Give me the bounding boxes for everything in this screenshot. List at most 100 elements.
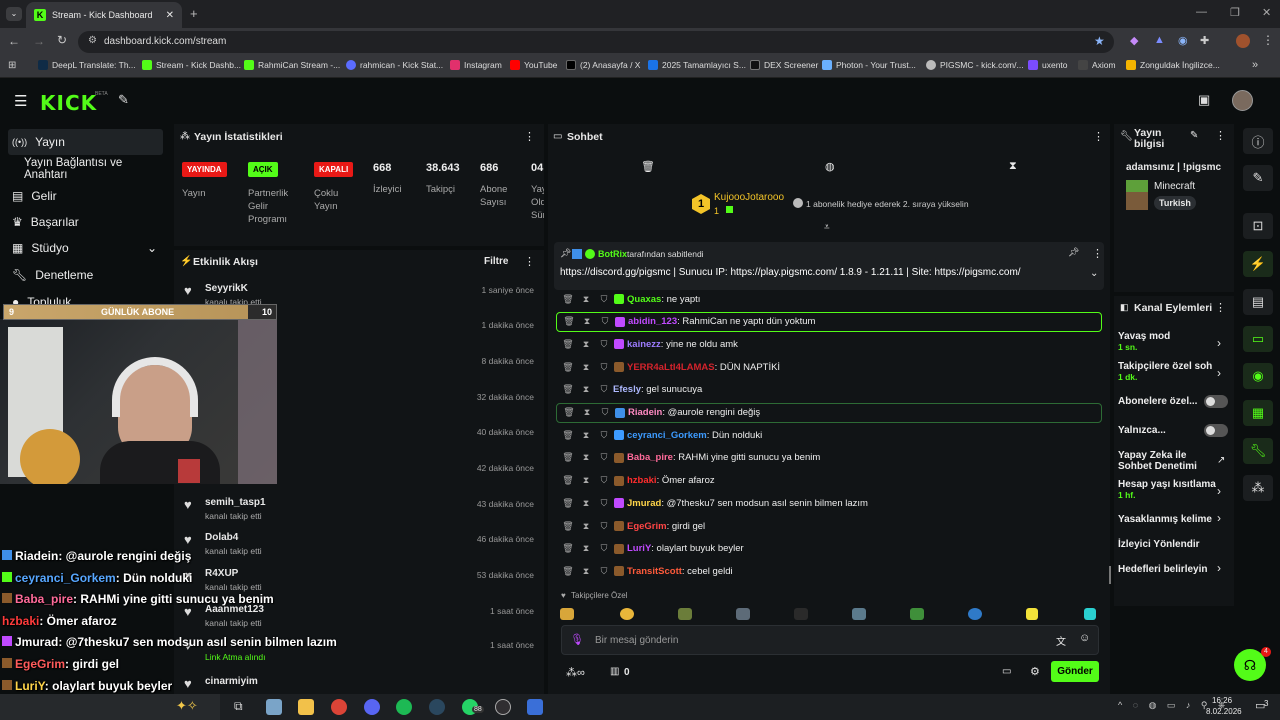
extensions-icon[interactable]: ◆ — [1130, 34, 1138, 47]
spotify-taskbar-icon[interactable] — [396, 699, 412, 715]
rail-capture-button[interactable]: ⊡ — [1243, 213, 1273, 239]
goals-row[interactable]: Hedefleri belirleyin — [1118, 564, 1230, 575]
redirect-row[interactable]: İzleyici Yönlendir — [1118, 539, 1230, 550]
timeout-icon[interactable]: ⧗ — [580, 384, 592, 395]
profile-icon[interactable] — [1236, 34, 1250, 48]
obs-taskbar-icon[interactable] — [495, 699, 511, 715]
translate-icon[interactable]: 文 — [1056, 633, 1066, 648]
ban-icon[interactable]: ⛉ — [598, 294, 610, 305]
chat-username[interactable]: kainezz — [627, 339, 661, 350]
ban-icon[interactable]: ⛉ — [598, 475, 610, 486]
delete-message-icon[interactable]: 🗑︎ — [562, 362, 574, 373]
rail-wrench-button[interactable]: 🔧︎ — [1243, 438, 1273, 464]
chat-username[interactable]: Quaxas — [627, 294, 661, 305]
expand-icon[interactable]: ⌄ — [1090, 268, 1098, 279]
close-window-icon[interactable]: ✕ — [1262, 6, 1271, 19]
activity-user[interactable]: semih_tasp1 — [205, 497, 266, 508]
emote-icon[interactable] — [1026, 608, 1038, 620]
reload-icon[interactable]: ↻ — [57, 33, 67, 47]
site-info-icon[interactable]: ⚙ — [88, 35, 97, 46]
rail-chat-button[interactable]: ▭ — [1243, 326, 1273, 352]
chat-username[interactable]: Baba_pire — [627, 452, 673, 463]
bookmark-star-icon[interactable]: ★ — [1094, 34, 1105, 48]
browser-tab[interactable]: K Stream - Kick Dashboard ✕ — [26, 2, 182, 28]
panel-menu-icon[interactable]: ⋮ — [524, 130, 535, 143]
only-toggle[interactable] — [1204, 424, 1228, 437]
delete-message-icon[interactable]: 🗑︎ — [563, 407, 575, 418]
delete-message-icon[interactable]: 🗑︎ — [562, 339, 574, 350]
subs-only-toggle[interactable] — [1204, 395, 1228, 408]
more-bookmarks-icon[interactable]: » — [1252, 59, 1258, 71]
collapse-icon[interactable]: ⩡ — [824, 222, 830, 233]
send-button[interactable]: Gönder — [1051, 661, 1099, 682]
sidebar-item-studyo[interactable]: ▦ Stüdyo ⌄ — [8, 235, 163, 261]
chat-bubble-icon[interactable]: ▭ — [1002, 666, 1011, 677]
chat-username[interactable]: LuriY — [627, 543, 651, 554]
points-icon[interactable]: ⁂∞ — [566, 666, 585, 679]
kick-logo[interactable]: KICK — [40, 91, 97, 115]
chat-username[interactable]: Riadein — [628, 407, 662, 418]
unpin-icon[interactable]: 📌︎ — [1068, 247, 1079, 258]
timeout-icon[interactable]: ⧗ — [580, 498, 592, 509]
delete-message-icon[interactable]: 🗑︎ — [562, 521, 574, 532]
bookmark-photon[interactable]: Photon - Your Trust... — [822, 60, 916, 70]
chat-username[interactable]: Jmurad — [627, 498, 661, 509]
chat-scrollbar[interactable] — [1109, 566, 1111, 584]
bookmark-axiom[interactable]: Axiom — [1078, 60, 1116, 70]
timeout-icon[interactable]: ⧗ — [581, 316, 593, 327]
task-view-icon[interactable]: ⧉ — [234, 699, 243, 714]
ban-icon[interactable]: ⛉ — [598, 543, 610, 554]
delete-message-icon[interactable]: 🗑︎ — [562, 430, 574, 441]
rail-edit-button[interactable]: ✎ — [1243, 165, 1273, 191]
folder-taskbar-icon[interactable] — [298, 699, 314, 715]
timeout-icon[interactable]: ⧗ — [580, 362, 592, 373]
rail-info-button[interactable]: ⓘ — [1243, 128, 1273, 154]
ban-icon[interactable]: ⛉ — [598, 362, 610, 373]
rail-layout-button[interactable]: ▦ — [1243, 400, 1273, 426]
edit-icon[interactable]: ✎ — [1190, 130, 1198, 141]
emote-icon[interactable] — [620, 608, 634, 620]
chat-username[interactable]: TransitScott — [627, 566, 682, 577]
timeout-icon[interactable]: ⧗ — [580, 566, 592, 577]
close-tab-icon[interactable]: ✕ — [166, 10, 174, 21]
bookmark-tamamlayici[interactable]: 2025 Tamamlayıcı S... — [648, 60, 746, 70]
pinned-text[interactable]: https://discord.gg/pigsmc | Sunucu IP: h… — [560, 267, 1021, 278]
panel-menu-icon[interactable]: ⋮ — [1215, 301, 1226, 314]
ban-icon[interactable]: ⛉ — [598, 452, 610, 463]
timeout-icon[interactable]: ⧗ — [580, 452, 592, 463]
sidebar-item-baglanti[interactable]: Yayın Bağlantısı ve Anahtarı — [8, 156, 163, 182]
tab-list-icon[interactable]: ⌄ — [6, 7, 22, 21]
chevron-right-icon[interactable]: › — [1217, 484, 1221, 498]
chat-input[interactable]: 🎙︎ Bir mesaj gönderin 文 ☺ — [561, 625, 1099, 655]
activity-user[interactable]: cinarmiyim — [205, 676, 258, 687]
settings-icon[interactable]: ⚙ — [1030, 665, 1040, 678]
new-tab-icon[interactable]: + — [190, 6, 198, 21]
chat-username[interactable]: Efesly — [613, 384, 641, 395]
hamburger-menu-icon[interactable]: ☰ — [14, 92, 27, 110]
emote-icon[interactable] — [910, 608, 924, 620]
rail-broadcast-button[interactable]: ◉ — [1243, 363, 1273, 389]
ban-icon[interactable]: ⛉ — [599, 407, 611, 418]
timeout-icon[interactable]: ⧗ — [580, 430, 592, 441]
chat-username[interactable]: abidin_123 — [628, 316, 677, 327]
delete-message-icon[interactable]: 🗑︎ — [563, 316, 575, 327]
ban-icon[interactable]: ⛉ — [598, 566, 610, 577]
activity-user[interactable]: Dolab4 — [205, 532, 238, 543]
puzzle-icon[interactable]: ✚ — [1200, 34, 1209, 47]
menu-icon[interactable]: ⋮ — [1262, 33, 1274, 47]
emote-icon[interactable] — [1084, 608, 1096, 620]
emote-icon[interactable] — [678, 608, 692, 620]
chat-username[interactable]: YERR4aLtI4LAMAS — [627, 362, 715, 373]
activity-user[interactable]: SeyyrikK — [205, 283, 248, 294]
sidebar-item-yayin[interactable]: ((•)) Yayın — [8, 129, 163, 155]
delete-message-icon[interactable]: 🗑︎ — [562, 294, 574, 305]
mic-icon[interactable]: 🎙︎ — [570, 633, 584, 646]
chat-username[interactable]: ceyranci_Gorkem — [627, 430, 707, 441]
sidebar-item-basarilar[interactable]: ♛ Başarılar — [8, 209, 163, 235]
timeout-icon[interactable]: ⧗ — [580, 294, 592, 305]
slow-mode-row[interactable]: Yavaş mod 1 sn. — [1118, 331, 1230, 353]
ban-icon[interactable]: ⛉ — [598, 498, 610, 509]
rail-community-button[interactable]: ⁂ — [1243, 475, 1273, 501]
bookmark-kick-dashboard[interactable]: Stream - Kick Dashb... — [142, 60, 241, 70]
rail-doc-button[interactable]: ▤ — [1243, 289, 1273, 315]
